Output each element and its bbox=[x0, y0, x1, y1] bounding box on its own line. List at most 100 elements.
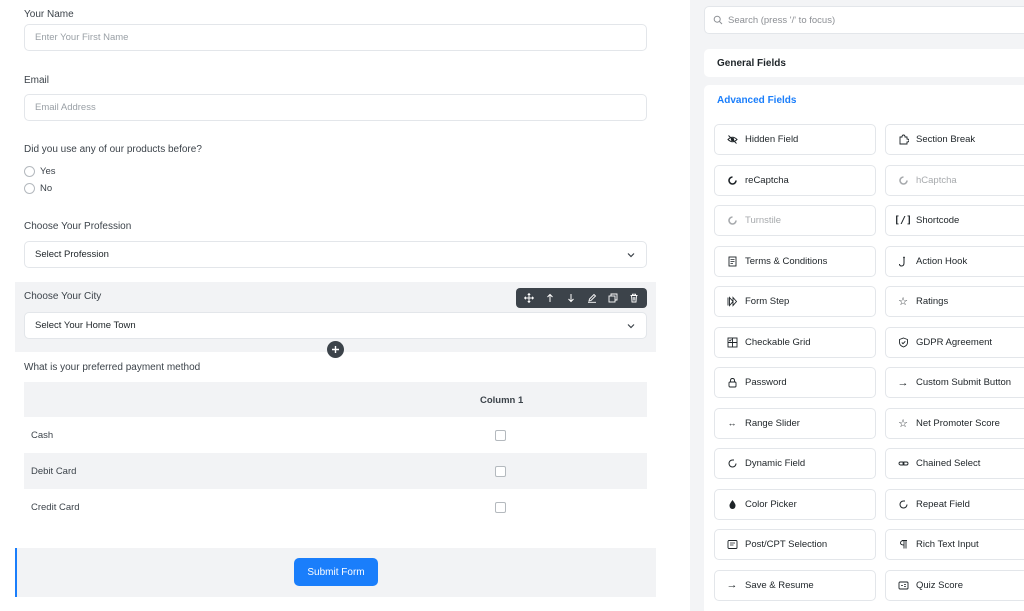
move-icon[interactable] bbox=[522, 291, 536, 305]
radio-circle[interactable] bbox=[24, 183, 35, 194]
table-row: Debit Card bbox=[24, 453, 647, 489]
chevron-down-icon bbox=[627, 324, 635, 329]
field-turnstile-button[interactable]: Turnstile bbox=[714, 205, 876, 236]
radio-yes-label: Yes bbox=[40, 166, 56, 177]
field-hidden-field-button[interactable]: Hidden Field bbox=[714, 124, 876, 155]
checkable-grid: Column 1 Cash Debit Card Credit Card bbox=[24, 382, 647, 525]
grid-checkbox[interactable] bbox=[495, 430, 506, 441]
field-label: Save & Resume bbox=[745, 579, 814, 591]
arrow-down-icon[interactable] bbox=[564, 291, 578, 305]
field-label: Rich Text Input bbox=[916, 539, 979, 550]
field-form-step-button[interactable]: Form Step bbox=[714, 286, 876, 317]
shortcode-icon: [/] bbox=[893, 215, 913, 226]
grid-row-label: Credit Card bbox=[31, 502, 80, 513]
field-net-promoter-score-button[interactable]: ☆ Net Promoter Score bbox=[885, 407, 1024, 439]
refresh-icon bbox=[725, 457, 739, 471]
arrow-up-icon[interactable] bbox=[543, 291, 557, 305]
field-color-picker-button[interactable]: Color Picker bbox=[714, 488, 876, 520]
add-field-button[interactable] bbox=[327, 341, 344, 358]
profession-select-value: Select Profession bbox=[35, 249, 109, 260]
field-rich-text-input-button[interactable]: Rich Text Input bbox=[885, 529, 1024, 560]
field-label: Chained Select bbox=[916, 458, 981, 469]
search-placeholder: Search (press '/' to focus) bbox=[728, 14, 836, 26]
chevron-down-icon bbox=[627, 253, 635, 258]
field-post-cpt-selection-button[interactable]: Post/CPT Selection bbox=[714, 529, 876, 560]
radio-circle[interactable] bbox=[24, 166, 35, 177]
field-label: Section Break bbox=[916, 134, 976, 145]
field-range-slider-button[interactable]: ↔ Range Slider bbox=[714, 407, 876, 439]
general-fields-section[interactable]: General Fields bbox=[704, 49, 1024, 77]
edit-icon[interactable] bbox=[585, 291, 599, 305]
field-label: Range Slider bbox=[745, 417, 800, 429]
name-label: Your Name bbox=[24, 9, 74, 20]
field-label: Hidden Field bbox=[745, 134, 799, 145]
city-label: Choose Your City bbox=[24, 291, 102, 302]
grid-column-header: Column 1 bbox=[480, 395, 524, 406]
field-label: GDPR Agreement bbox=[916, 336, 993, 348]
email-input[interactable]: Email Address bbox=[24, 94, 647, 121]
field-toolbar bbox=[516, 288, 647, 308]
grid-checkbox[interactable] bbox=[495, 466, 506, 477]
quiz-icon bbox=[896, 578, 910, 592]
field-ratings-button[interactable]: ☆ Ratings bbox=[885, 286, 1024, 317]
duplicate-icon[interactable] bbox=[606, 291, 620, 305]
range-icon: ↔ bbox=[727, 418, 737, 428]
field-label: Form Step bbox=[745, 296, 790, 307]
submit-button[interactable]: Submit Form bbox=[294, 558, 378, 586]
field-label: Repeat Field bbox=[916, 498, 970, 510]
link-icon bbox=[896, 457, 910, 471]
field-label: Action Hook bbox=[916, 255, 968, 267]
field-label: Custom Submit Button bbox=[916, 377, 1012, 388]
field-label: Quiz Score bbox=[916, 579, 963, 591]
profession-select[interactable]: Select Profession bbox=[24, 241, 647, 268]
table-row: Credit Card bbox=[24, 489, 647, 525]
search-input[interactable]: Search (press '/' to focus) bbox=[704, 6, 1024, 34]
field-label: Password bbox=[745, 377, 787, 388]
field-shortcode-button[interactable]: [/] Shortcode bbox=[885, 205, 1024, 236]
field-save-resume-button[interactable]: → Save & Resume bbox=[714, 569, 876, 601]
city-select-value: Select Your Home Town bbox=[35, 320, 136, 331]
field-gdpr-agreement-button[interactable]: GDPR Agreement bbox=[885, 326, 1024, 358]
field-recaptcha-button[interactable]: reCaptcha bbox=[714, 164, 876, 196]
document-icon bbox=[725, 254, 739, 268]
city-select[interactable]: Select Your Home Town bbox=[24, 312, 647, 339]
products-label: Did you use any of our products before? bbox=[24, 144, 202, 155]
profession-label: Choose Your Profession bbox=[24, 221, 132, 232]
field-password-button[interactable]: Password bbox=[714, 367, 876, 398]
email-label: Email bbox=[24, 75, 50, 86]
recaptcha-icon bbox=[725, 173, 739, 187]
star-outline-icon: ☆ bbox=[898, 417, 908, 430]
radio-no[interactable]: No bbox=[24, 183, 52, 194]
field-action-hook-button[interactable]: Action Hook bbox=[885, 245, 1024, 277]
grid-checkbox[interactable] bbox=[495, 502, 506, 513]
field-dynamic-field-button[interactable]: Dynamic Field bbox=[714, 448, 876, 479]
field-chained-select-button[interactable]: Chained Select bbox=[885, 448, 1024, 479]
field-label: Checkable Grid bbox=[745, 336, 811, 348]
name-input[interactable]: Enter Your First Name bbox=[24, 24, 647, 51]
field-terms-conditions-button[interactable]: Terms & Conditions bbox=[714, 245, 876, 277]
grid-icon bbox=[725, 335, 739, 349]
form-canvas: Your Name Enter Your First Name Email Em… bbox=[0, 0, 672, 611]
trash-icon[interactable] bbox=[627, 291, 641, 305]
field-label: Net Promoter Score bbox=[916, 417, 1000, 429]
search-icon bbox=[713, 15, 723, 25]
field-quiz-score-button[interactable]: Quiz Score bbox=[885, 569, 1024, 601]
radio-yes[interactable]: Yes bbox=[24, 166, 56, 177]
post-icon bbox=[725, 538, 739, 552]
field-repeat-field-button[interactable]: Repeat Field bbox=[885, 488, 1024, 520]
puzzle-icon bbox=[896, 133, 910, 147]
field-hcaptcha-button[interactable]: hCaptcha bbox=[885, 164, 1024, 196]
grid-row-label: Cash bbox=[31, 430, 54, 441]
field-label: Shortcode bbox=[916, 215, 960, 226]
shield-icon bbox=[896, 335, 910, 349]
field-label: Ratings bbox=[916, 296, 949, 307]
droplet-icon bbox=[725, 497, 739, 511]
field-checkable-grid-button[interactable]: Checkable Grid bbox=[714, 326, 876, 358]
plus-icon bbox=[332, 346, 339, 353]
turnstile-icon bbox=[725, 214, 739, 228]
field-label: Turnstile bbox=[745, 215, 782, 226]
star-icon: ☆ bbox=[898, 296, 908, 308]
field-section-break-button[interactable]: Section Break bbox=[885, 124, 1024, 155]
paragraph-icon bbox=[896, 538, 910, 552]
field-custom-submit-button-button[interactable]: → Custom Submit Button bbox=[885, 367, 1024, 398]
